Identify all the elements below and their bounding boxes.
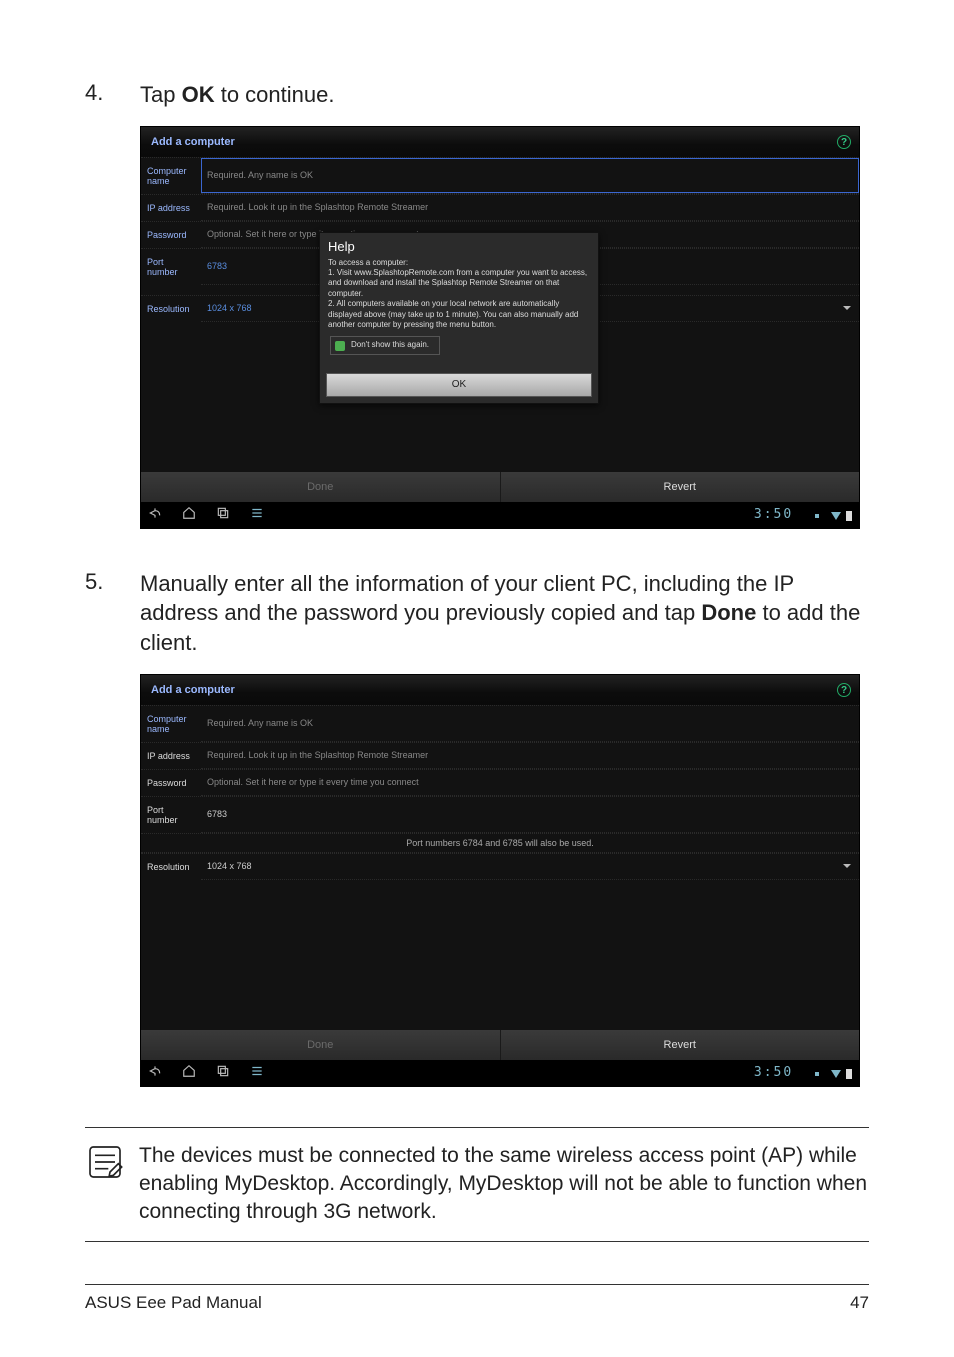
home-icon[interactable] [181, 1064, 197, 1081]
status-icons [815, 507, 853, 523]
label-port-number: Port number [141, 797, 201, 833]
done-button[interactable]: Done [141, 1030, 501, 1060]
input-port-number[interactable]: 6783 [201, 797, 859, 833]
revert-button[interactable]: Revert [501, 1030, 860, 1060]
screen-title-bar: Add a computer ? [141, 675, 859, 705]
help-dialog-title: Help [320, 233, 598, 258]
menu-icon[interactable] [249, 506, 265, 523]
input-computer-name[interactable]: Required. Any name is OK [201, 158, 859, 194]
revert-button[interactable]: Revert [501, 472, 860, 502]
page-number: 47 [850, 1293, 869, 1313]
chevron-down-icon [843, 306, 851, 310]
android-nav-bar: 3:50 [141, 502, 859, 528]
step-4: 4. Tap OK to continue. [85, 80, 869, 110]
divider [85, 1241, 869, 1242]
step-4-number: 4. [85, 80, 140, 110]
chevron-down-icon [843, 864, 851, 868]
battery-icon [845, 1068, 853, 1080]
screen-title-bar: Add a computer ? [141, 127, 859, 157]
screen-title: Add a computer [151, 136, 235, 148]
help-dialog: Help To access a computer: 1. Visit www.… [319, 232, 599, 404]
mute-icon [815, 510, 827, 522]
label-computer-name: Computer name [141, 158, 201, 194]
wifi-icon [831, 510, 841, 522]
footer-title: ASUS Eee Pad Manual [85, 1293, 262, 1313]
done-button[interactable]: Done [141, 472, 501, 502]
screen-title: Add a computer [151, 684, 235, 696]
mute-icon [815, 1068, 827, 1080]
label-ip-address: IP address [141, 743, 201, 769]
recent-apps-icon[interactable] [215, 1064, 231, 1081]
input-computer-name[interactable]: Required. Any name is OK [201, 706, 859, 742]
port-note: Port numbers 6784 and 6785 will also be … [141, 833, 859, 853]
step-5-text: Manually enter all the information of yo… [140, 569, 869, 658]
note-icon [85, 1142, 125, 1187]
checkbox-icon [335, 341, 345, 351]
label-ip-address: IP address [141, 195, 201, 221]
input-password[interactable]: Optional. Set it here or type it every t… [201, 770, 859, 796]
recent-apps-icon[interactable] [215, 506, 231, 523]
dont-show-again-checkbox[interactable]: Don't show this again. [330, 336, 440, 354]
help-icon[interactable]: ? [837, 135, 851, 149]
home-icon[interactable] [181, 506, 197, 523]
help-line-intro: To access a computer: [328, 258, 590, 268]
label-computer-name: Computer name [141, 706, 201, 742]
menu-icon[interactable] [249, 1064, 265, 1081]
select-resolution[interactable]: 1024 x 768 [201, 854, 859, 880]
label-password: Password [141, 222, 201, 248]
help-line-2: 2. All computers available on your local… [328, 299, 590, 330]
ok-button[interactable]: OK [326, 373, 592, 397]
page-footer: ASUS Eee Pad Manual 47 [85, 1284, 869, 1313]
step-4-text: Tap OK to continue. [140, 80, 869, 110]
back-icon[interactable] [147, 506, 163, 523]
android-nav-bar: 3:50 [141, 1060, 859, 1086]
label-port-number: Port number [141, 249, 201, 285]
label-resolution: Resolution [141, 296, 201, 322]
help-icon[interactable]: ? [837, 683, 851, 697]
status-clock: 3:50 [754, 507, 793, 522]
help-line-1: 1. Visit www.SplashtopRemote.com from a … [328, 268, 590, 299]
label-password: Password [141, 770, 201, 796]
wifi-icon [831, 1068, 841, 1080]
battery-icon [845, 510, 853, 522]
input-ip-address[interactable]: Required. Look it up in the Splashtop Re… [201, 195, 859, 221]
screenshot-add-computer-help: Add a computer ? Computer name Required.… [140, 126, 860, 529]
screenshot-add-computer-form: Add a computer ? Computer name Required.… [140, 674, 860, 1087]
label-resolution: Resolution [141, 854, 201, 880]
step-5-number: 5. [85, 569, 140, 658]
note-block: The devices must be connected to the sam… [85, 1127, 869, 1242]
step-5: 5. Manually enter all the information of… [85, 569, 869, 658]
input-ip-address[interactable]: Required. Look it up in the Splashtop Re… [201, 743, 859, 769]
note-text: The devices must be connected to the sam… [139, 1142, 869, 1227]
dont-show-again-label: Don't show this again. [351, 340, 429, 350]
back-icon[interactable] [147, 1064, 163, 1081]
status-icons [815, 1065, 853, 1081]
status-clock: 3:50 [754, 1065, 793, 1080]
